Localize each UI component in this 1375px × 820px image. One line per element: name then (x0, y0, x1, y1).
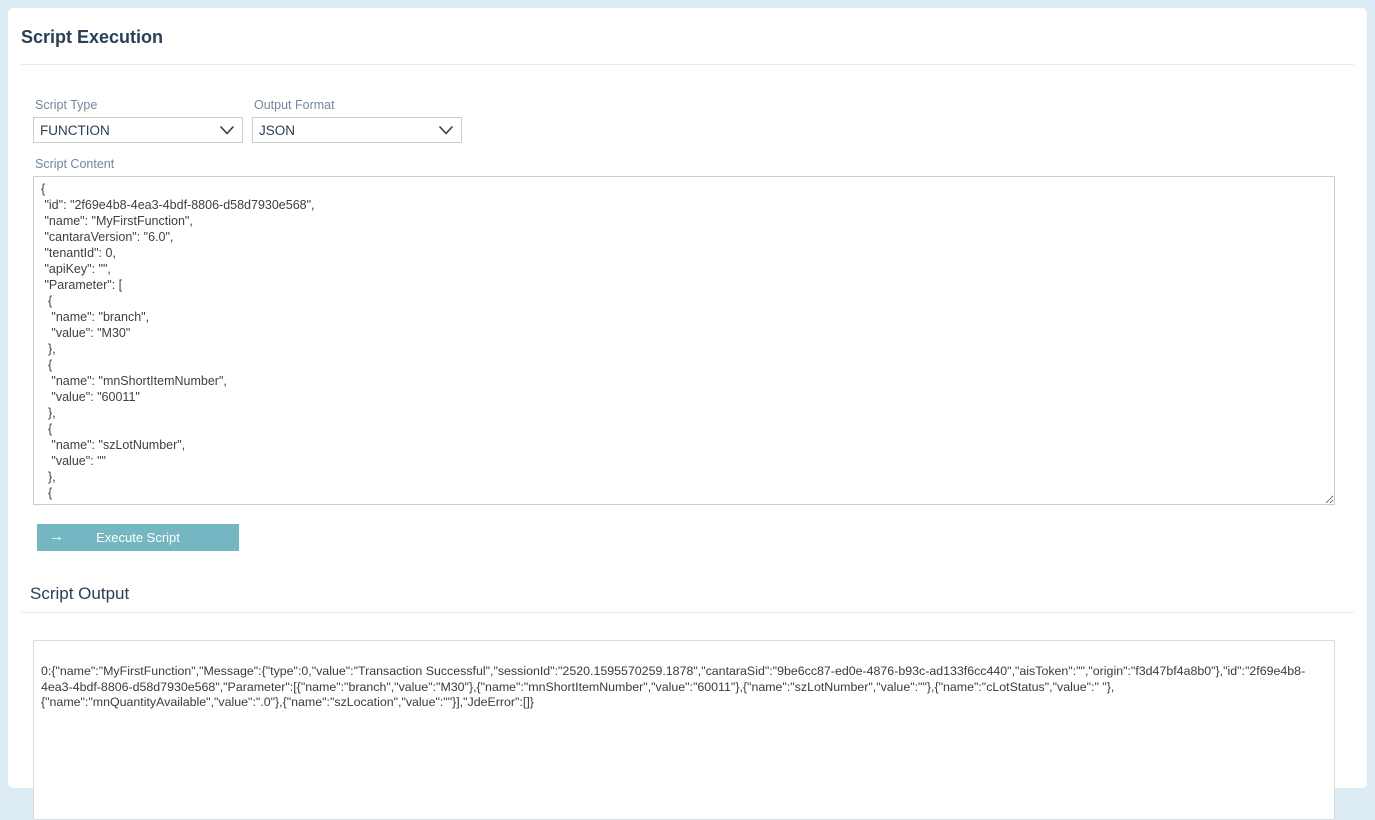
execute-script-label: Execute Script (96, 530, 180, 545)
script-type-label: Script Type (35, 98, 243, 112)
script-content-input[interactable]: { "id": "2f69e4b8-4ea3-4bdf-8806-d58d793… (33, 176, 1335, 505)
output-format-label: Output Format (254, 98, 462, 112)
script-output-text: 0:{"name":"MyFirstFunction","Message":{"… (41, 664, 1326, 711)
output-title: Script Output (30, 584, 1354, 604)
output-divider (21, 612, 1354, 613)
page-title: Script Execution (21, 27, 1354, 48)
script-content-label: Script Content (35, 157, 1354, 171)
script-form: Script Type FUNCTION Output Format JSON (33, 98, 1354, 551)
script-output-box: 0:{"name":"MyFirstFunction","Message":{"… (33, 640, 1335, 820)
arrow-right-icon: → (49, 528, 64, 546)
title-divider (21, 64, 1354, 65)
output-format-field: Output Format JSON (252, 98, 462, 143)
script-type-field: Script Type FUNCTION (33, 98, 243, 143)
output-format-select[interactable]: JSON (252, 117, 462, 143)
script-type-select[interactable]: FUNCTION (33, 117, 243, 143)
script-execution-panel: Script Execution Script Type FUNCTION Ou… (8, 8, 1367, 788)
execute-script-button[interactable]: → Execute Script (37, 524, 239, 551)
